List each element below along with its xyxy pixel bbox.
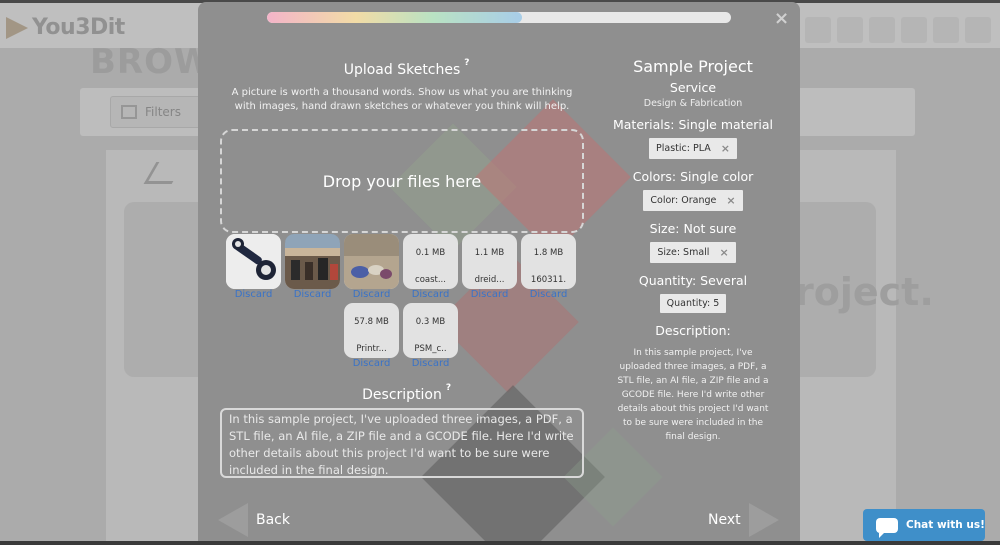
chat-label: Chat with us!: [906, 519, 985, 531]
file-thumbnail[interactable]: [344, 234, 399, 289]
arrow-left-icon: [218, 503, 248, 537]
project-summary: Sample Project Service Design & Fabricat…: [600, 57, 786, 444]
file-tile: 57.8 MB Printr... Discard: [344, 303, 399, 369]
file-tile: 0.1 MB coast... Discard: [403, 234, 458, 300]
summary-description-label: Description:: [655, 323, 731, 338]
file-size: 57.8 MB: [354, 317, 389, 327]
new-project-modal: × Upload Sketches ? A picture is worth a…: [198, 2, 800, 545]
size-label: Size: Not sure: [649, 221, 737, 236]
quantity-label: Quantity: Several: [638, 273, 748, 288]
file-thumbnail[interactable]: 1.8 MB 160311.: [521, 234, 576, 289]
description-title-wrap: Description ?: [218, 383, 586, 403]
file-thumbnail[interactable]: 1.1 MB dreid...: [462, 234, 517, 289]
chip-label: Size: Small: [657, 247, 710, 258]
file-dropzone[interactable]: Drop your files here: [220, 129, 584, 233]
close-icon[interactable]: ×: [774, 10, 792, 28]
file-tile: Discard: [344, 234, 399, 300]
image-thumbnail-part: [226, 234, 281, 289]
image-thumbnail-objects: [344, 234, 399, 289]
summary-title: Sample Project: [633, 57, 753, 76]
summary-description-text: In this sample project, I've uploaded th…: [617, 348, 769, 442]
upload-title: Upload Sketches: [343, 62, 461, 78]
file-thumbnail[interactable]: [285, 234, 340, 289]
chat-bubble-icon: [876, 517, 898, 538]
chat-with-us-button[interactable]: Chat with us!: [863, 509, 985, 541]
discard-link[interactable]: Discard: [403, 358, 458, 369]
materials-label: Materials: Single material: [612, 117, 774, 132]
file-size: 1.8 MB: [533, 248, 564, 258]
file-name: Printr...: [356, 344, 387, 354]
discard-link[interactable]: Discard: [344, 289, 399, 300]
upload-title-wrap: Upload Sketches ?: [218, 58, 586, 78]
remove-chip-icon[interactable]: ×: [719, 246, 728, 259]
remove-chip-icon[interactable]: ×: [721, 142, 730, 155]
file-tile: 1.8 MB 160311. Discard: [521, 234, 576, 300]
chip-label: Quantity: 5: [666, 298, 720, 309]
file-name: dreid...: [474, 275, 505, 285]
colors-label: Colors: Single color: [632, 169, 754, 184]
file-thumbnail[interactable]: [226, 234, 281, 289]
discard-link[interactable]: Discard: [403, 289, 458, 300]
next-label: Next: [708, 512, 741, 528]
description-title: Description: [362, 387, 442, 403]
description-textarea[interactable]: In this sample project, I've uploaded th…: [220, 408, 584, 478]
back-label: Back: [256, 512, 290, 528]
file-thumbnail[interactable]: 0.3 MB PSM_c..: [403, 303, 458, 358]
discard-link[interactable]: Discard: [226, 289, 281, 300]
file-tile: 0.3 MB PSM_c.. Discard: [403, 303, 458, 369]
file-name: PSM_c..: [414, 344, 447, 354]
help-icon[interactable]: ?: [464, 58, 469, 68]
progress-bar-fill: [267, 12, 523, 23]
arrow-right-icon: [748, 503, 779, 537]
dropzone-label: Drop your files here: [322, 171, 482, 191]
chip-label: Color: Orange: [650, 195, 717, 206]
file-thumbnail[interactable]: 0.1 MB coast...: [403, 234, 458, 289]
file-tile: Discard: [226, 234, 281, 300]
upload-section: Upload Sketches ? A picture is worth a t…: [218, 58, 586, 114]
file-size: 0.1 MB: [415, 248, 446, 258]
file-size: 1.1 MB: [474, 248, 505, 258]
service-value: Design & Fabrication: [643, 98, 743, 109]
remove-chip-icon[interactable]: ×: [726, 194, 735, 207]
back-button[interactable]: Back: [218, 503, 290, 537]
file-name: coast...: [415, 275, 446, 285]
image-thumbnail-workshop: [285, 234, 340, 289]
chip-label: Plastic: PLA: [656, 143, 711, 154]
help-icon[interactable]: ?: [446, 383, 451, 393]
colors-chip: Color: Orange ×: [643, 190, 743, 211]
next-button[interactable]: Next: [708, 503, 779, 537]
discard-link[interactable]: Discard: [344, 358, 399, 369]
file-tile: 1.1 MB dreid... Discard: [462, 234, 517, 300]
discard-link[interactable]: Discard: [462, 289, 517, 300]
file-thumbnail[interactable]: 57.8 MB Printr...: [344, 303, 399, 358]
discard-link[interactable]: Discard: [285, 289, 340, 300]
file-tile: Discard: [285, 234, 340, 300]
service-label: Service: [669, 80, 717, 95]
size-chip: Size: Small ×: [650, 242, 736, 263]
file-size: 0.3 MB: [415, 317, 446, 327]
materials-chip: Plastic: PLA ×: [649, 138, 737, 159]
bottom-edge: [0, 541, 1000, 545]
file-name: 160311.: [530, 275, 567, 285]
upload-subtitle: A picture is worth a thousand words. Sho…: [231, 87, 573, 112]
progress-bar: [267, 12, 731, 23]
discard-link[interactable]: Discard: [521, 289, 576, 300]
quantity-chip: Quantity: 5: [659, 294, 727, 313]
